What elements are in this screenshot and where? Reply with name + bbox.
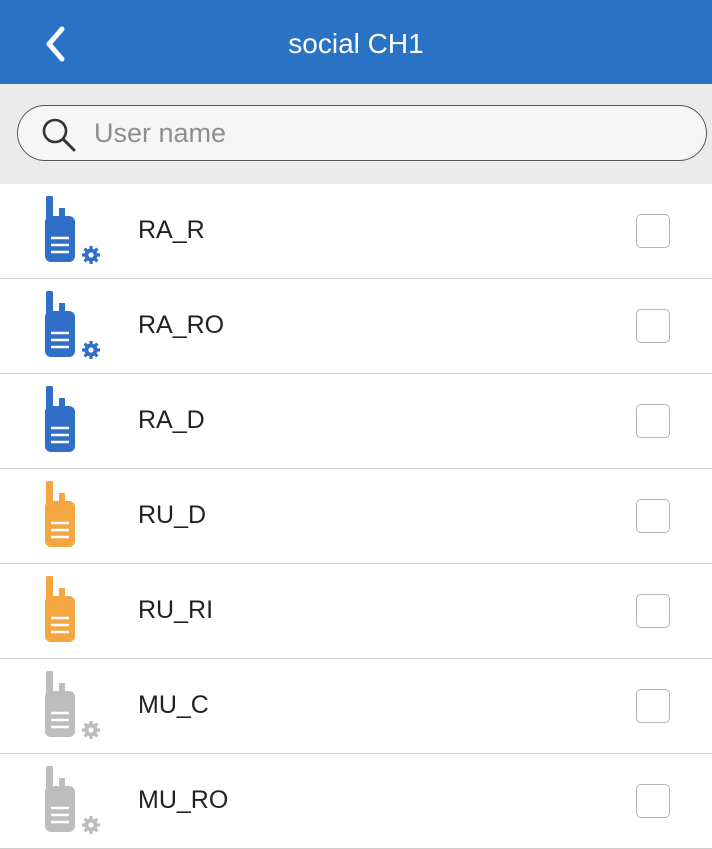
search-icon	[42, 118, 76, 152]
app-header: social CH1	[0, 0, 712, 84]
gear-icon	[82, 246, 100, 264]
user-name: RU_D	[138, 501, 207, 529]
gear-icon	[82, 816, 100, 834]
user-checkbox[interactable]	[636, 499, 670, 533]
page-title: social CH1	[288, 28, 424, 59]
user-checkbox[interactable]	[636, 214, 670, 248]
user-list: RA_R RA_RO RA_D RU_D RU_RI MU_C MU_RO	[0, 184, 712, 849]
user-checkbox[interactable]	[636, 404, 670, 438]
search-bar-container	[0, 84, 712, 184]
radio-gear-icon	[38, 766, 112, 836]
list-item[interactable]: RA_D	[0, 374, 712, 469]
user-name: MU_RO	[138, 786, 229, 814]
list-item[interactable]: MU_C	[0, 659, 712, 754]
search-input[interactable]	[94, 112, 684, 154]
search-box[interactable]	[17, 105, 707, 161]
user-name: RA_R	[138, 216, 205, 244]
gear-icon	[82, 721, 100, 739]
list-item[interactable]: RU_D	[0, 469, 712, 564]
radio-gear-icon	[38, 196, 112, 266]
gear-icon	[82, 341, 100, 359]
user-checkbox[interactable]	[636, 784, 670, 818]
radio-icon	[38, 386, 112, 456]
user-checkbox[interactable]	[636, 689, 670, 723]
user-name: RA_D	[138, 406, 205, 434]
user-checkbox[interactable]	[636, 594, 670, 628]
user-checkbox[interactable]	[636, 309, 670, 343]
radio-gear-icon	[38, 291, 112, 361]
radio-icon	[38, 576, 112, 646]
user-name: MU_C	[138, 691, 209, 719]
radio-icon	[38, 481, 112, 551]
list-item[interactable]: RA_R	[0, 184, 712, 279]
list-item[interactable]: RA_RO	[0, 279, 712, 374]
user-name: RU_RI	[138, 596, 214, 624]
user-name: RA_RO	[138, 311, 225, 339]
list-item[interactable]: MU_RO	[0, 754, 712, 849]
radio-gear-icon	[38, 671, 112, 741]
list-item[interactable]: RU_RI	[0, 564, 712, 659]
